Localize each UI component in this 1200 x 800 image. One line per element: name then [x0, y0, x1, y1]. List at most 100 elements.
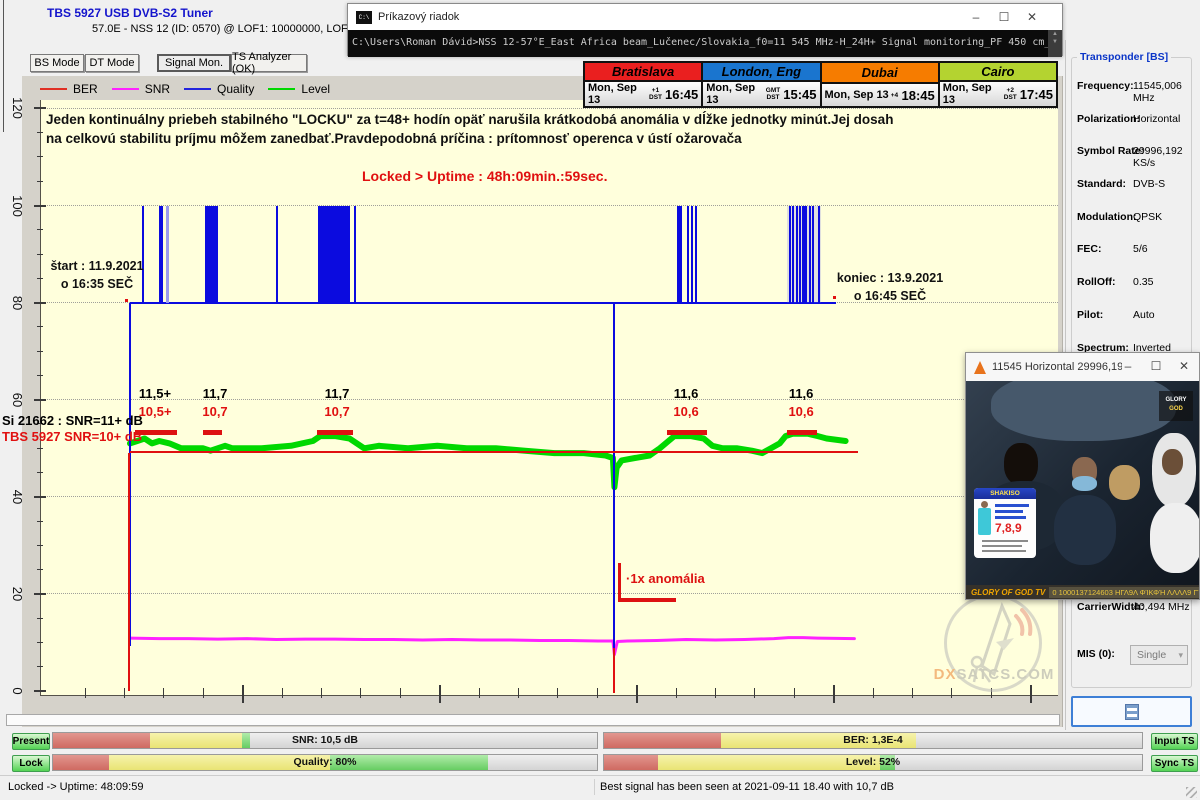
lock-button[interactable]: Lock	[12, 755, 50, 772]
quality-spike	[792, 206, 794, 303]
signal-bar-snr: SNR: 10,5 dB	[52, 732, 598, 749]
y-tick	[34, 593, 46, 595]
promo-presenter-suit	[978, 508, 991, 535]
sync-ts-button[interactable]: Sync TS	[1151, 755, 1198, 772]
legend-item-ber: BER	[40, 82, 98, 96]
tp-label-frequency: Frequency:	[1077, 80, 1134, 92]
snr-label-top: 11,7	[325, 386, 350, 401]
ts-tool-button[interactable]	[1071, 696, 1192, 727]
quality-spike	[695, 206, 697, 303]
tp-value-pilot: Auto	[1133, 309, 1155, 321]
quality-spike	[812, 206, 814, 303]
tab-signal-mon-[interactable]: Signal Mon.	[157, 54, 231, 72]
x-tick	[203, 688, 204, 698]
bar-value-text: SNR: 10,5 dB	[53, 733, 597, 748]
cmd-minimize-button[interactable]: –	[962, 4, 990, 30]
world-clocks: BratislavaMon, Sep 13+1DST16:45London, E…	[583, 61, 1058, 108]
vlc-minimize-button[interactable]: –	[1114, 353, 1142, 379]
present-button[interactable]: Present	[12, 733, 50, 750]
x-tick	[557, 688, 558, 698]
y-tick	[37, 156, 43, 157]
x-tick	[321, 688, 322, 698]
quality-spike	[677, 206, 682, 303]
input-ts-button[interactable]: Input TS	[1151, 733, 1198, 750]
y-tick	[37, 569, 43, 570]
mis-dropdown[interactable]: Single ▾	[1130, 645, 1188, 665]
clock-time-row: Mon, Sep 13+1DST16:45	[585, 82, 701, 106]
snr-label-bottom: 10,5+	[139, 404, 172, 419]
snr-label-top: 11,7	[203, 386, 228, 401]
signal-bar-quality: Quality: 80%	[52, 754, 598, 771]
vlc-close-button[interactable]: ✕	[1170, 353, 1198, 379]
tp-value-polarization: Horizontal	[1133, 113, 1180, 125]
y-tick	[37, 229, 43, 230]
quality-spike	[691, 206, 693, 303]
ticker-channel-name: GLORY OF GOD TV	[971, 588, 1045, 597]
tab-ts-analyzer-ok-[interactable]: TS Analyzer (OK)	[231, 54, 307, 72]
cmd-scrollbar[interactable]: ▲▼	[1048, 30, 1062, 57]
y-tick	[34, 205, 46, 207]
legend-line-swatch	[112, 88, 139, 90]
chevron-down-icon: ▾	[1178, 650, 1183, 661]
y-tick	[37, 278, 43, 279]
y-axis-label-40: 40	[4, 483, 32, 511]
transponder-groupbox-title: Transponder [BS]	[1077, 51, 1171, 63]
x-tick	[85, 688, 86, 698]
quality-spike	[809, 206, 811, 303]
vlc-maximize-button[interactable]: ☐	[1142, 353, 1170, 379]
quality-spike	[276, 206, 278, 303]
tbs-tuner-window: TBS 5927 USB DVB-S2 Tuner 57.0E - NSS 12…	[0, 0, 1200, 800]
y-tick	[34, 690, 46, 692]
clock-city-label: Bratislava	[585, 63, 701, 82]
vlc-player-window[interactable]: 11545 Horizontal 29996,192 / ... GLORYGO…	[965, 352, 1200, 600]
promo-numbers: 7,8,9	[995, 521, 1022, 535]
promo-text-bar	[995, 504, 1029, 507]
best-signal-status: Best signal has been seen at 2021-09-11 …	[600, 781, 894, 793]
y-tick	[34, 399, 46, 401]
snr-underline	[203, 430, 222, 435]
y-tick	[37, 545, 43, 546]
bar-value-text: BER: 1,3E-4	[604, 733, 1142, 748]
legend-item-level: Level	[268, 82, 330, 96]
cmd-titlebar[interactable]: C:\ Príkazový riadok	[348, 4, 1062, 30]
legend-item-quality: Quality	[184, 82, 254, 96]
mis-selected-value: Single	[1137, 649, 1166, 661]
quality-spike	[805, 206, 807, 303]
quality-spike	[796, 206, 798, 303]
y-tick	[37, 448, 43, 449]
gridline-y120	[41, 108, 1058, 109]
quality-spike	[142, 206, 144, 303]
gridline-y100	[41, 205, 1058, 206]
promo-text-bar	[995, 510, 1023, 513]
ticker-scroll-text: 0 1000137124603 ΗΓΛ9Λ ΦΊΚΦΉ ΛΛΛΛ9 ΓΊΛΠ 1…	[1049, 587, 1199, 598]
cmd-prompt-icon: C:\	[356, 11, 372, 24]
y-tick	[34, 302, 46, 304]
vlc-video-area[interactable]: GLORYGOD SHAKISO 7,8,9 GLORY OF GOD TV 0…	[966, 381, 1199, 599]
cmd-close-button[interactable]: ✕	[1018, 4, 1046, 30]
y-tick	[37, 375, 43, 376]
x-tick	[439, 685, 441, 703]
tbs-snr-reference-label: TBS 5927 SNR=10+ dB	[2, 429, 142, 444]
x-tick	[912, 688, 913, 698]
y-tick	[37, 181, 43, 182]
chart-note-line2: na celkovú stabilitu príjmu môžem zanedb…	[46, 131, 742, 146]
anomaly-quality-drop	[613, 303, 615, 690]
y-tick	[34, 107, 46, 109]
chart-note-line1: Jeden kontinuálny priebeh stabilného "LO…	[46, 112, 893, 127]
resize-grip[interactable]	[1186, 787, 1197, 798]
cmd-maximize-button[interactable]: ☐	[990, 4, 1018, 30]
tp-label-rolloff: RollOff:	[1077, 276, 1116, 288]
legend-line-swatch	[184, 88, 211, 90]
tab-dt-mode[interactable]: DT Mode	[85, 54, 139, 72]
gridline-y40	[41, 496, 1058, 497]
video-ticker: GLORY OF GOD TV 0 1000137124603 ΗΓΛ9Λ ΦΊ…	[966, 585, 1199, 599]
cmd-console[interactable]: C:\Users\Roman Dávid>NSS 12-57°E_East Af…	[348, 30, 1062, 57]
tp-value-symbolrate: 29996,192 KS/s	[1133, 145, 1200, 169]
snr-underline	[787, 430, 817, 435]
command-prompt-window[interactable]: C:\ Príkazový riadok C:\Users\Roman Dávi…	[347, 3, 1063, 56]
quality-spike	[205, 206, 218, 303]
gridline-y60	[41, 399, 1058, 400]
tab-bs-mode[interactable]: BS Mode	[30, 54, 84, 72]
anomaly-bracket-vertical	[618, 563, 621, 601]
video-person-head	[1004, 443, 1038, 485]
